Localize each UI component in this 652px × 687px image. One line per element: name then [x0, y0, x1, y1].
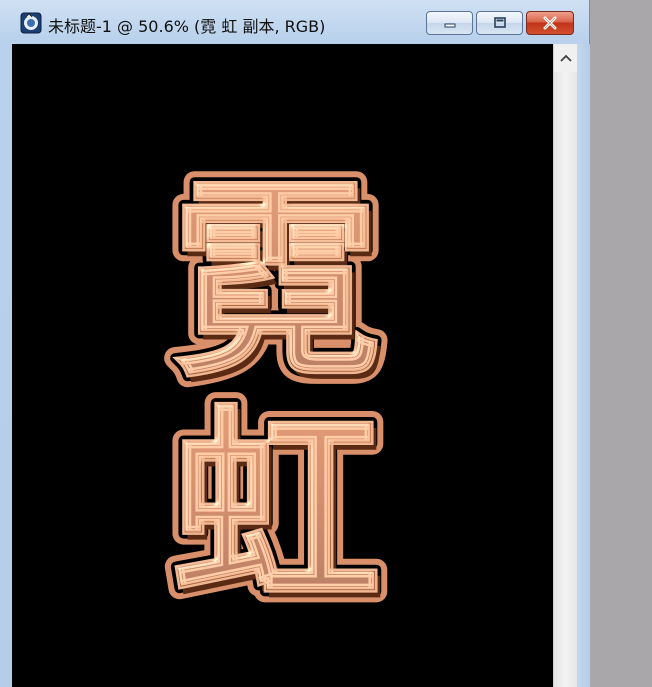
glyph-face: 霓: [171, 161, 381, 406]
scroll-up-button[interactable]: [554, 44, 577, 72]
minimize-button[interactable]: [426, 11, 473, 35]
vertical-scrollbar[interactable]: [553, 44, 577, 687]
chevron-up-icon: [559, 54, 572, 62]
title-bar[interactable]: 未标题-1 @ 50.6% (霓 虹 副本, RGB): [0, 0, 590, 44]
photoshop-document-icon[interactable]: [20, 12, 42, 34]
scroll-track[interactable]: [554, 72, 577, 687]
close-button[interactable]: [526, 11, 574, 35]
window-frame-edge: [577, 44, 590, 687]
maximize-button[interactable]: [476, 11, 523, 35]
glyph-face: 虹: [171, 387, 381, 632]
neon-text-layer: 霓 霓 霓 霓 虹 虹 虹 虹: [160, 150, 392, 643]
close-icon: [543, 16, 557, 30]
desktop-background: [590, 0, 652, 687]
document-canvas[interactable]: 霓 霓 霓 霓 虹 虹 虹 虹: [12, 44, 553, 687]
document-window: 未标题-1 @ 50.6% (霓 虹 副本, RGB) 霓 霓 霓 霓 虹 虹 …: [0, 0, 590, 687]
window-title: 未标题-1 @ 50.6% (霓 虹 副本, RGB): [48, 17, 326, 36]
glyph-char-1: 霓 霓 霓 霓: [160, 150, 392, 417]
glyph-char-2: 虹 虹 虹 虹: [160, 376, 392, 643]
minimize-icon: [444, 23, 455, 28]
maximize-icon: [493, 17, 506, 28]
